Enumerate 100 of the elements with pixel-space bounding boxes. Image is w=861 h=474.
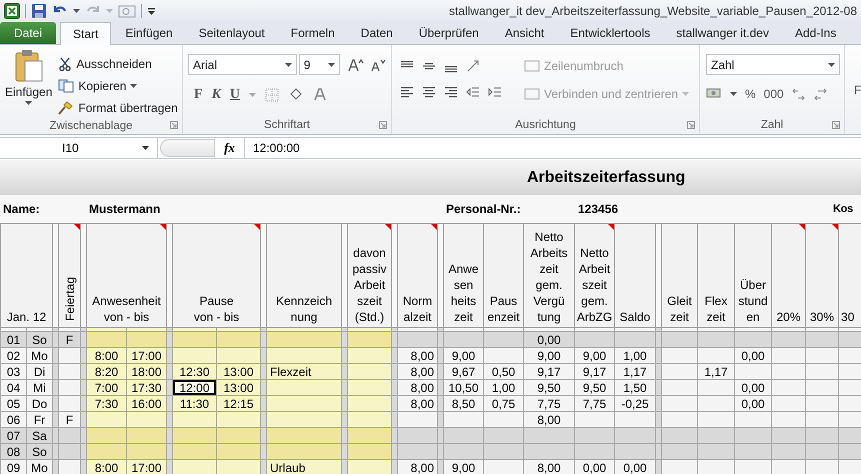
input-cell[interactable]: Flexzeit xyxy=(266,364,342,380)
input-cell[interactable]: Urlaub xyxy=(266,460,342,474)
input-cell[interactable] xyxy=(126,332,166,348)
input-cell[interactable] xyxy=(172,348,216,364)
input-cell[interactable] xyxy=(126,444,166,460)
input-cell[interactable]: 13:00 xyxy=(216,380,261,396)
input-cell[interactable]: 16:00 xyxy=(126,396,166,412)
align-right-icon[interactable] xyxy=(444,85,458,99)
input-cell[interactable]: 17:00 xyxy=(126,460,166,474)
grow-font-icon[interactable] xyxy=(348,58,364,72)
caret-icon[interactable] xyxy=(284,62,292,66)
input-cell[interactable]: 8:00 xyxy=(86,348,126,364)
dialog-launcher-icon[interactable] xyxy=(379,121,387,129)
insert-function-button[interactable]: fx xyxy=(215,138,245,158)
ribbon-tab[interactable]: Add-Ins xyxy=(782,22,848,44)
formula-field[interactable]: 12:00:00 xyxy=(245,141,300,155)
ribbon-tab[interactable]: Daten xyxy=(348,22,405,44)
input-cell[interactable] xyxy=(172,460,216,474)
ribbon-tab[interactable]: Start xyxy=(60,22,112,45)
input-cell[interactable]: 7:00 xyxy=(86,380,126,396)
input-cell[interactable] xyxy=(216,444,261,460)
input-cell[interactable] xyxy=(86,412,126,428)
input-cell[interactable] xyxy=(348,412,392,428)
input-cell[interactable] xyxy=(216,332,261,348)
input-cell[interactable] xyxy=(216,412,261,428)
ribbon-tab[interactable]: Ansicht xyxy=(492,22,556,44)
align-center-icon[interactable] xyxy=(422,85,436,99)
excel-logo-icon[interactable] xyxy=(4,3,20,19)
cut-button[interactable]: Ausschneiden xyxy=(58,55,178,73)
increase-decimal-icon[interactable] xyxy=(792,87,806,101)
input-cell[interactable]: 13:00 xyxy=(216,364,261,380)
caret-icon[interactable] xyxy=(142,146,149,150)
input-cell[interactable] xyxy=(266,380,342,396)
align-left-icon[interactable] xyxy=(400,85,414,99)
paste-button[interactable]: Einfügen xyxy=(5,49,52,117)
input-cell[interactable] xyxy=(348,396,392,412)
caret-icon[interactable] xyxy=(25,101,32,105)
ribbon-tab[interactable]: Überprüfen xyxy=(406,22,491,44)
caret-icon[interactable] xyxy=(730,92,737,96)
input-cell[interactable] xyxy=(266,444,342,460)
painter-button[interactable]: Format übertragen xyxy=(58,99,178,117)
shrink-font-icon[interactable] xyxy=(370,58,386,72)
input-cell[interactable] xyxy=(266,332,342,348)
input-cell[interactable] xyxy=(348,364,392,380)
caret-icon[interactable] xyxy=(73,9,80,13)
input-cell[interactable] xyxy=(86,332,126,348)
input-cell[interactable] xyxy=(348,444,392,460)
input-cell[interactable] xyxy=(266,428,342,444)
caret-icon[interactable] xyxy=(130,84,138,88)
input-cell[interactable] xyxy=(348,460,392,474)
indent-increase-icon[interactable] xyxy=(488,85,502,99)
caret-icon[interactable] xyxy=(828,62,835,66)
fill-bucket-icon[interactable] xyxy=(288,88,304,102)
input-cell[interactable]: 17:00 xyxy=(126,348,166,364)
input-cell[interactable] xyxy=(348,380,392,396)
input-cell[interactable]: 18:00 xyxy=(126,364,166,380)
input-cell[interactable] xyxy=(86,444,126,460)
ribbon-tab[interactable]: Seitenlayout xyxy=(186,22,277,44)
save-icon[interactable] xyxy=(31,3,47,19)
input-cell[interactable] xyxy=(348,348,392,364)
decrease-decimal-icon[interactable] xyxy=(814,87,828,101)
font-size-field[interactable]: 9 xyxy=(298,54,340,75)
ribbon-tab[interactable]: stallwanger it.dev xyxy=(664,22,781,44)
customize-toolbar-icon[interactable] xyxy=(147,6,156,16)
group-button[interactable]: F xyxy=(854,82,861,96)
percent-button[interactable]: % xyxy=(745,87,756,101)
ribbon-tab[interactable]: Entwicklertools xyxy=(558,22,662,44)
file-tab[interactable]: Datei xyxy=(0,22,56,44)
dialog-launcher-icon[interactable] xyxy=(170,121,178,129)
ribbon-tab[interactable]: Formeln xyxy=(278,22,347,44)
input-cell[interactable] xyxy=(172,428,216,444)
input-cell[interactable]: 8:00 xyxy=(86,460,126,474)
input-cell[interactable]: 12:15 xyxy=(216,396,261,412)
copy-button[interactable]: Kopieren xyxy=(58,77,178,95)
input-cell[interactable]: 7:30 xyxy=(86,396,126,412)
indent-decrease-icon[interactable] xyxy=(466,85,480,99)
name-box[interactable]: I10 xyxy=(0,138,158,158)
font-color-icon[interactable] xyxy=(313,88,328,102)
input-cell[interactable] xyxy=(266,412,342,428)
input-cell[interactable] xyxy=(126,412,166,428)
input-cell[interactable] xyxy=(172,412,216,428)
input-cell[interactable] xyxy=(216,348,261,364)
underline-button[interactable]: U xyxy=(230,87,240,103)
input-cell[interactable] xyxy=(126,428,166,444)
italic-button[interactable]: K xyxy=(212,87,221,103)
input-cell[interactable] xyxy=(172,332,216,348)
input-cell[interactable] xyxy=(216,460,261,474)
thousands-button[interactable]: 000 xyxy=(764,87,784,101)
input-cell[interactable] xyxy=(266,396,342,412)
font-name-field[interactable]: Arial xyxy=(188,54,297,75)
input-cell[interactable] xyxy=(348,428,392,444)
input-cell[interactable] xyxy=(216,428,261,444)
number-format-field[interactable]: Zahl xyxy=(706,54,840,75)
dialog-launcher-icon[interactable] xyxy=(832,121,840,129)
input-cell[interactable] xyxy=(348,332,392,348)
input-cell[interactable]: 11:30 xyxy=(172,396,216,412)
camera-icon[interactable] xyxy=(118,3,136,19)
ribbon-tab[interactable]: Einfügen xyxy=(113,22,185,44)
bold-button[interactable]: F xyxy=(194,87,203,103)
input-cell[interactable] xyxy=(172,444,216,460)
